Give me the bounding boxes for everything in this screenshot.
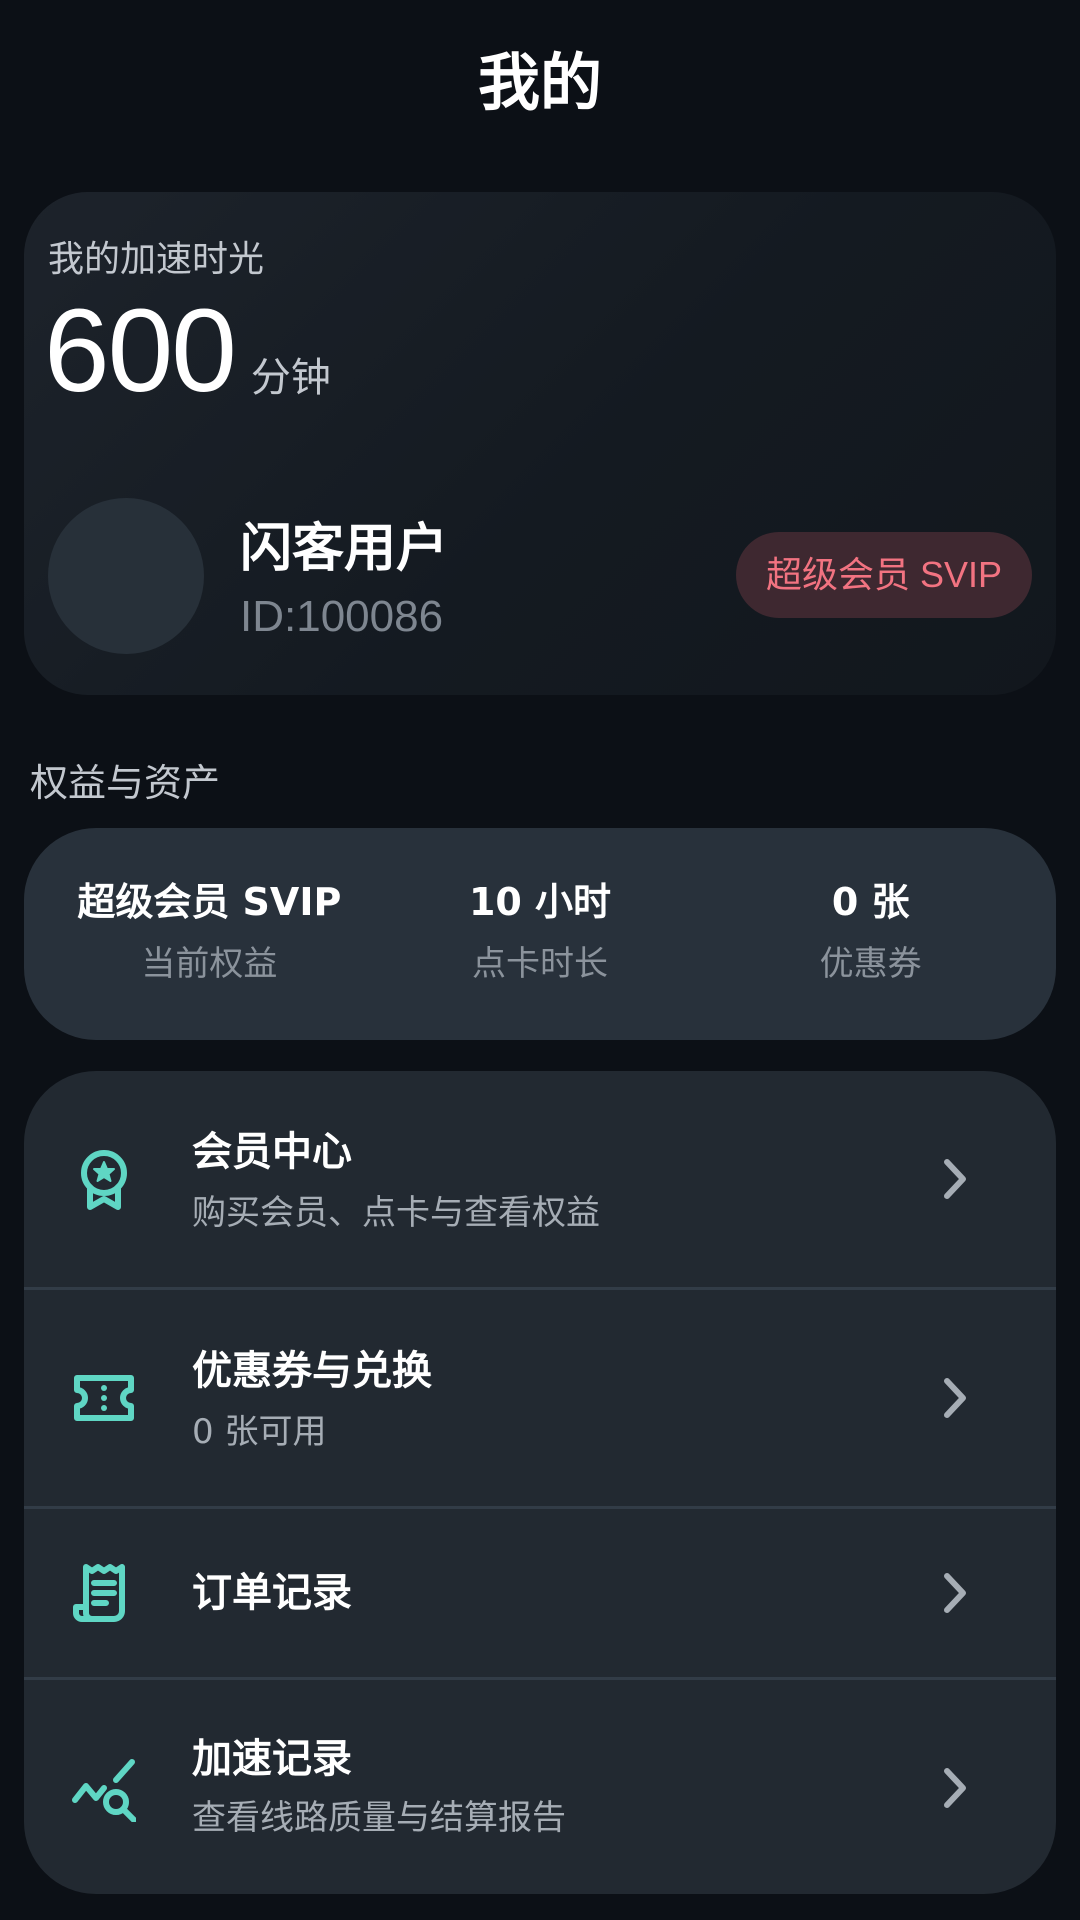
menu-card: 会员中心 购买会员、点卡与查看权益 优惠券与兑换 0 张可用 订单记录 加速记录…: [24, 1071, 1056, 1894]
time-label: 我的加速时光: [48, 239, 265, 280]
receipt-icon: [72, 1561, 136, 1625]
asset-value: 0 张: [831, 880, 910, 924]
profile-page: 我的 我的加速时光 600 分钟 闪客用户 ID:100086 超级会员 SVI…: [0, 0, 1080, 1920]
menu-item-acceleration-records[interactable]: 加速记录 查看线路质量与结算报告: [24, 1680, 1056, 1894]
menu-title: 优惠券与兑换: [192, 1348, 432, 1394]
menu-subtitle: 购买会员、点卡与查看权益: [192, 1193, 600, 1233]
menu-title: 会员中心: [192, 1129, 352, 1175]
chevron-right-icon: [940, 1764, 970, 1812]
asset-label: 优惠券: [819, 944, 922, 984]
menu-title: 加速记录: [192, 1736, 352, 1782]
chevron-right-icon: [940, 1374, 970, 1422]
asset-coupons[interactable]: 0 张 优惠券: [705, 828, 1036, 1040]
menu-subtitle: 查看线路质量与结算报告: [192, 1798, 566, 1838]
user-id: ID:100086: [240, 592, 444, 641]
menu-title: 订单记录: [192, 1570, 352, 1616]
chevron-right-icon: [940, 1155, 970, 1203]
menu-subtitle: 0 张可用: [192, 1412, 327, 1452]
svip-badge[interactable]: 超级会员 SVIP: [735, 532, 1032, 618]
asset-label: 点卡时长: [472, 944, 608, 984]
time-value: 600: [44, 285, 237, 417]
asset-card-time[interactable]: 10 小时 点卡时长: [375, 828, 706, 1040]
asset-value: 10 小时: [468, 880, 612, 924]
acceleration-time-card[interactable]: 我的加速时光 600 分钟 闪客用户 ID:100086 超级会员 SVIP: [24, 192, 1056, 695]
menu-item-member-center[interactable]: 会员中心 购买会员、点卡与查看权益: [24, 1071, 1056, 1287]
assets-section-title: 权益与资产: [30, 761, 221, 805]
award-icon: [72, 1147, 136, 1211]
page-title: 我的: [477, 46, 602, 119]
time-unit: 分钟: [250, 355, 331, 401]
analytics-search-icon: [72, 1758, 136, 1822]
ticket-icon: [72, 1366, 136, 1430]
avatar[interactable]: [48, 498, 204, 654]
time-value-row: 600 分钟: [44, 292, 331, 410]
assets-card: 超级会员 SVIP 当前权益 10 小时 点卡时长 0 张 优惠券: [24, 828, 1056, 1040]
user-name: 闪客用户: [240, 519, 449, 579]
menu-item-orders[interactable]: 订单记录: [24, 1509, 1056, 1677]
asset-label: 当前权益: [141, 944, 278, 984]
chevron-right-icon: [940, 1569, 970, 1617]
asset-value: 超级会员 SVIP: [77, 880, 342, 924]
asset-current-benefit[interactable]: 超级会员 SVIP 当前权益: [44, 828, 375, 1040]
menu-item-coupons[interactable]: 优惠券与兑换 0 张可用: [24, 1290, 1056, 1506]
